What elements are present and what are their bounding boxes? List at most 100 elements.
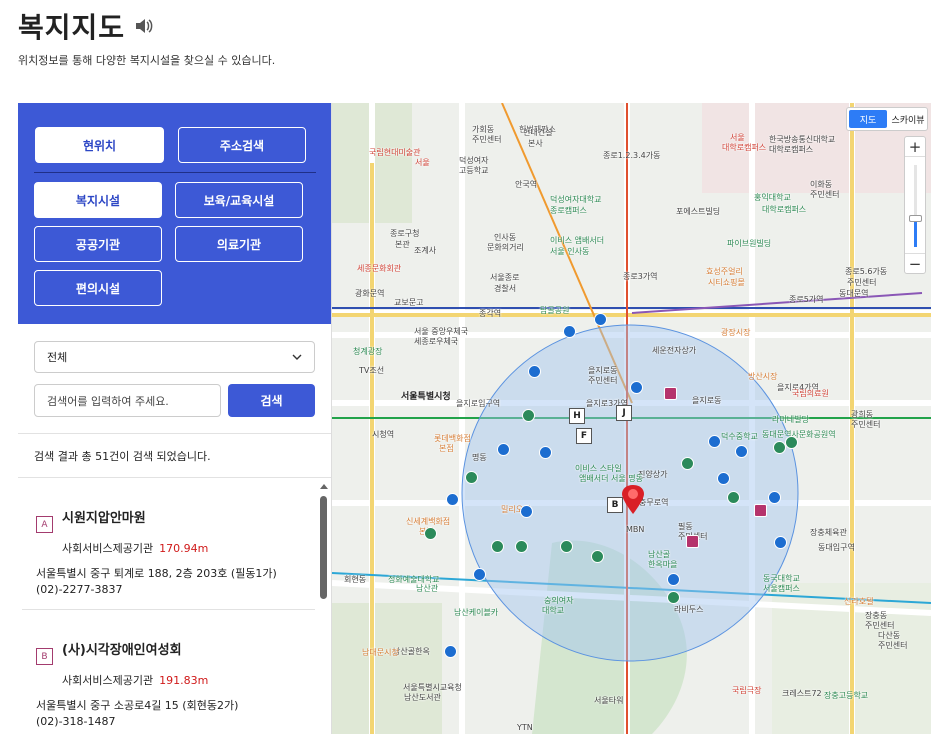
zoom-in-button[interactable]: +: [905, 137, 925, 157]
map-label: 종로5.6가동: [845, 267, 888, 276]
category-select[interactable]: 전체: [34, 341, 315, 373]
map-label: 이비스 앰배서더: [550, 236, 605, 245]
map-label: 명동: [472, 453, 487, 462]
map-label: 안국역: [515, 180, 538, 189]
category-convenience-button[interactable]: 편의시설: [34, 270, 162, 306]
map-label: 크레스트72: [782, 689, 822, 698]
category-childcare-button[interactable]: 보육/교육시설: [175, 182, 303, 218]
marker-flag-h[interactable]: H: [569, 408, 585, 424]
map-label: 국립현대미술관: [369, 148, 421, 157]
map-label: 종로5가역: [789, 295, 824, 304]
facility-pin-icon[interactable]: [491, 540, 504, 553]
facility-pin-icon[interactable]: [727, 491, 740, 504]
result-count: 검색 결과 총 51건이 검색 되었습니다.: [18, 434, 331, 478]
filter-divider: [34, 172, 316, 173]
map-label: 주민센터: [472, 135, 502, 144]
facility-pin-icon[interactable]: [708, 435, 721, 448]
page-subtitle: 위치정보를 통해 다양한 복지시설을 찾으실 수 있습니다.: [18, 54, 276, 67]
facility-pin-icon[interactable]: [735, 445, 748, 458]
facility-pin-icon[interactable]: [754, 504, 767, 517]
map-label: 신라호텔: [844, 597, 874, 606]
zoom-slider-handle[interactable]: [909, 215, 922, 222]
search-input[interactable]: 검색어를 입력하여 주세요.: [34, 384, 221, 417]
result-address: 서울특별시 중구 소공로4길 15 (회현동2가): [36, 699, 239, 712]
map-label: 주민센터: [847, 278, 877, 287]
map-label: 덕수중학교: [721, 432, 758, 441]
facility-pin-icon[interactable]: [686, 535, 699, 548]
facility-pin-icon[interactable]: [717, 472, 730, 485]
facility-pin-icon[interactable]: [424, 527, 437, 540]
facility-pin-icon[interactable]: [522, 409, 535, 422]
map-label: 서울종로: [490, 273, 520, 282]
map-label: 서울: [415, 158, 430, 167]
map-label: 현대건설: [523, 128, 553, 137]
facility-pin-icon[interactable]: [444, 645, 457, 658]
map-view[interactable]: 지도 스카이뷰 + − 가회동 주민센터 헌법재판소 현대건설 본사 종로1.2.3.4가…: [332, 103, 931, 734]
map-label: 다산동: [878, 631, 901, 640]
marker-flag-j[interactable]: J: [616, 405, 632, 421]
current-location-pin-icon[interactable]: [619, 483, 647, 517]
facility-pin-icon[interactable]: [667, 591, 680, 604]
list-item[interactable]: B (사)시각장애인여성회 사회서비스제공기관 191.83m 서울특별시 중구 …: [22, 610, 315, 734]
map-label: 을지로입구역: [456, 399, 501, 408]
map-label: 가회동: [472, 125, 495, 134]
result-phone: (02)-318-1487: [36, 715, 116, 728]
facility-pin-icon[interactable]: [681, 457, 694, 470]
marker-flag-f[interactable]: F: [576, 428, 592, 444]
map-label: 대학교: [542, 606, 565, 615]
map-label: 본사: [528, 139, 543, 148]
map-label: 서울 인사동: [550, 247, 590, 256]
facility-pin-icon[interactable]: [528, 365, 541, 378]
map-label: 남산도서관: [404, 693, 441, 702]
facility-pin-icon[interactable]: [497, 443, 510, 456]
map-label: 시청역: [372, 430, 395, 439]
facility-pin-icon[interactable]: [664, 387, 677, 400]
facility-pin-icon[interactable]: [473, 568, 486, 581]
map-label: 대학로캠퍼스: [762, 205, 807, 214]
map-label: 종로구청: [390, 229, 420, 238]
map-label: 국립의료원: [792, 389, 829, 398]
map-label: 주민센터: [810, 190, 840, 199]
facility-pin-icon[interactable]: [774, 536, 787, 549]
facility-pin-icon[interactable]: [520, 505, 533, 518]
map-label: 남산관: [416, 584, 439, 593]
scroll-up-arrow[interactable]: [320, 484, 328, 489]
map-type-toggle: 지도 스카이뷰: [846, 107, 928, 131]
zoom-level-fill: [914, 221, 917, 247]
facility-pin-icon[interactable]: [630, 381, 643, 394]
chevron-down-icon: [292, 354, 302, 360]
zoom-out-button[interactable]: −: [905, 253, 925, 273]
facility-pin-icon[interactable]: [591, 550, 604, 563]
map-label: 동대문역: [839, 289, 869, 298]
map-label: 종로3가역: [623, 272, 658, 281]
category-welfare-button[interactable]: 복지시설: [34, 182, 162, 218]
facility-pin-icon[interactable]: [560, 540, 573, 553]
speaker-icon[interactable]: [133, 15, 155, 37]
facility-pin-icon[interactable]: [594, 313, 607, 326]
result-scrollbar[interactable]: [320, 496, 327, 599]
result-address: 서울특별시 중구 퇴계로 188, 2층 203호 (필동1가): [36, 567, 277, 580]
facility-pin-icon[interactable]: [667, 573, 680, 586]
facility-pin-icon[interactable]: [785, 436, 798, 449]
facility-pin-icon[interactable]: [539, 446, 552, 459]
map-label: 서울특별시교육청: [403, 683, 462, 692]
map-type-map-button[interactable]: 지도: [849, 110, 887, 128]
search-button[interactable]: 검색: [228, 384, 315, 417]
category-public-button[interactable]: 공공기관: [34, 226, 162, 262]
facility-pin-icon[interactable]: [515, 540, 528, 553]
facility-pin-icon[interactable]: [563, 325, 576, 338]
address-search-button[interactable]: 주소검색: [178, 127, 306, 163]
list-item[interactable]: A 시원지압안마원 사회서비스제공기관 170.94m 서울특별시 중구 퇴계로 …: [22, 478, 315, 610]
category-medical-button[interactable]: 의료기관: [175, 226, 303, 262]
map-label: 홍익대학교: [754, 193, 791, 202]
map-label: 동국대학교: [763, 574, 800, 583]
facility-pin-icon[interactable]: [768, 491, 781, 504]
current-location-button[interactable]: 현위치: [35, 127, 164, 163]
map-label: 주민센터: [865, 621, 895, 630]
result-name[interactable]: (사)시각장애인여성회: [62, 639, 182, 658]
result-name[interactable]: 시원지압안마원: [62, 507, 146, 526]
map-type-skyview-button[interactable]: 스카이뷰: [889, 108, 927, 130]
facility-pin-icon[interactable]: [465, 471, 478, 484]
map-label: 을지로동: [588, 366, 618, 375]
facility-pin-icon[interactable]: [446, 493, 459, 506]
